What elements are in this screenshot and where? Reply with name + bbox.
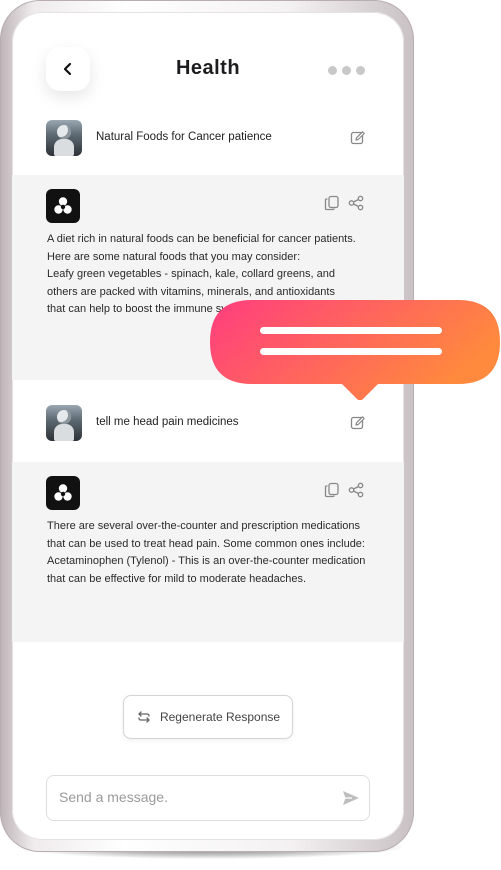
bot-text-line: There are several over-the-counter and p… xyxy=(47,520,361,532)
more-dots-icon[interactable] xyxy=(328,64,368,76)
user-message: tell me head pain medicines xyxy=(12,405,404,445)
bot-text-line: others are packed with vitamins, mineral… xyxy=(47,285,335,298)
user-avatar xyxy=(46,120,82,156)
user-message-text: Natural Foods for Cancer patience xyxy=(96,131,272,143)
app-screen: Health Natural Foods for Cancer patience xyxy=(12,12,404,840)
edit-icon[interactable] xyxy=(350,415,366,431)
message-composer xyxy=(46,775,370,821)
regenerate-icon xyxy=(138,711,150,723)
regenerate-button[interactable]: Regenerate Response xyxy=(123,695,293,739)
user-avatar xyxy=(46,405,82,441)
bot-text-line: that can be used to treat head pain. Som… xyxy=(47,537,365,550)
edit-icon[interactable] xyxy=(350,130,366,146)
bot-message-text: There are several over-the-counter and p… xyxy=(47,518,377,588)
user-message-text: tell me head pain medicines xyxy=(96,416,239,428)
message-input[interactable] xyxy=(59,776,329,818)
regenerate-label: Regenerate Response xyxy=(159,710,281,724)
bot-message: There are several over-the-counter and p… xyxy=(12,462,404,642)
copy-icon[interactable] xyxy=(324,482,340,498)
send-icon[interactable] xyxy=(341,788,361,808)
chat-bubble-icon xyxy=(210,300,500,400)
bot-text-line: Acetaminophen (Tylenol) - This is an ove… xyxy=(47,555,366,567)
bot-text-line: A diet rich in natural foods can be bene… xyxy=(47,233,356,245)
share-icon[interactable] xyxy=(348,195,364,211)
phone-frame: Health Natural Foods for Cancer patience xyxy=(0,0,414,852)
ai-logo-icon xyxy=(46,476,80,510)
share-icon[interactable] xyxy=(348,482,364,498)
user-message: Natural Foods for Cancer patience xyxy=(12,120,404,160)
bot-text-line: Leafy green vegetables - spinach, kale, … xyxy=(47,268,336,280)
bot-text-line: Here are some natural foods that you may… xyxy=(47,250,301,263)
ai-logo-icon xyxy=(46,189,80,223)
copy-icon[interactable] xyxy=(324,195,340,211)
app-header: Health xyxy=(12,12,404,120)
bot-text-line: that can be effective for mild to modera… xyxy=(47,572,307,585)
